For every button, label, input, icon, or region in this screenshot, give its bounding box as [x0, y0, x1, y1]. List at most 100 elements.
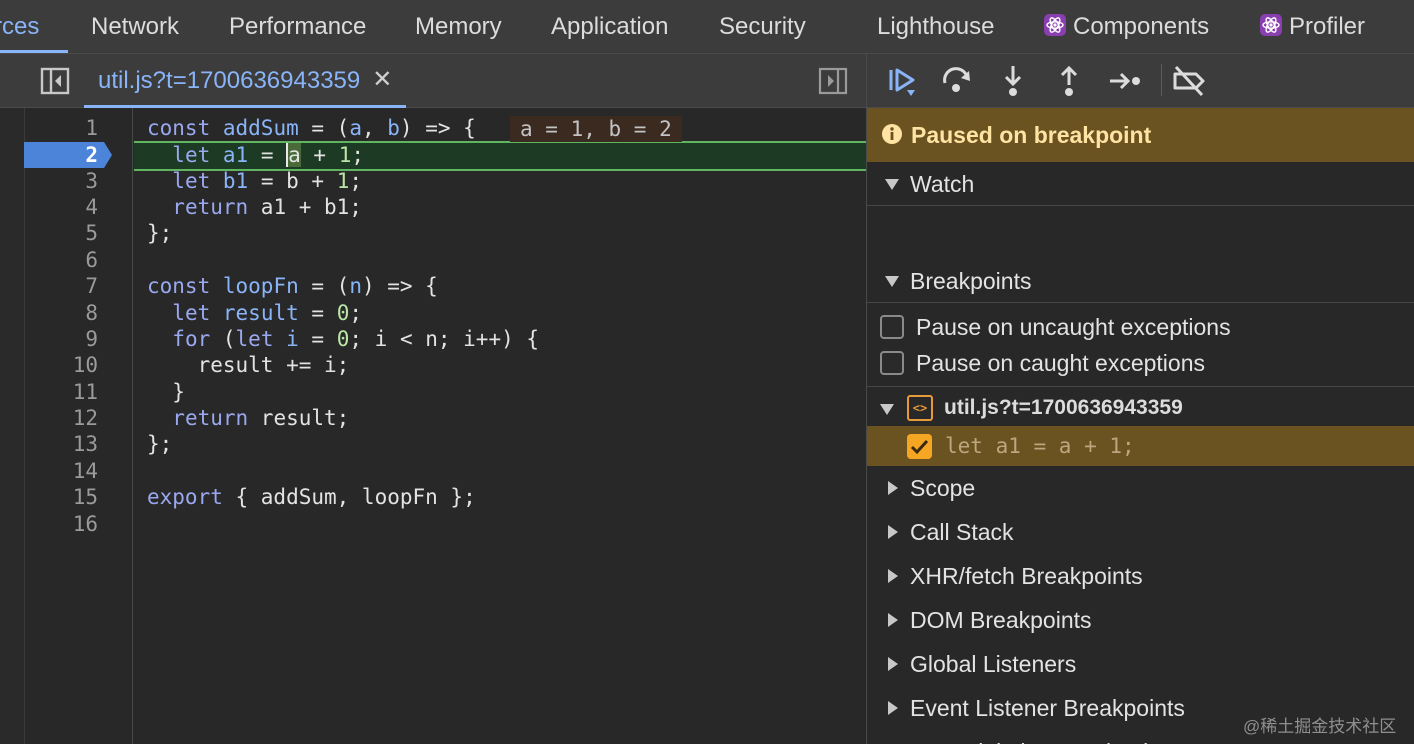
- step-icon[interactable]: [1107, 63, 1143, 99]
- line-number[interactable]: 5: [24, 220, 98, 246]
- pause-uncaught-checkbox[interactable]: [880, 315, 904, 339]
- call-stack-title: Call Stack: [910, 519, 1014, 545]
- tab-performance[interactable]: Performance: [229, 0, 366, 53]
- line-number[interactable]: 8: [24, 300, 98, 326]
- pause-caught-checkbox[interactable]: [880, 351, 904, 375]
- toolbar-separator: [1161, 64, 1162, 96]
- editor-left-strip: [0, 108, 24, 744]
- code-line[interactable]: };: [147, 220, 172, 246]
- tab-profiler[interactable]: Profiler: [1259, 0, 1365, 53]
- debugger-toolbar: [867, 54, 1414, 108]
- paused-message: Paused on breakpoint: [911, 122, 1152, 148]
- line-number[interactable]: 4: [24, 194, 98, 220]
- triangle-right-icon: [888, 701, 898, 715]
- react-icon: [1044, 14, 1066, 36]
- watch-section-header[interactable]: Watch: [867, 162, 1414, 206]
- dom-breakpoints-title: DOM Breakpoints: [910, 607, 1092, 633]
- tab-profiler-label: Profiler: [1289, 13, 1366, 40]
- line-number[interactable]: 6: [24, 247, 98, 273]
- breakpoint-code: let a1 = a + 1;: [945, 434, 1135, 458]
- step-into-icon[interactable]: [995, 63, 1031, 99]
- tab-security-label: Security: [719, 13, 806, 40]
- tab-sources[interactable]: rces: [0, 0, 68, 53]
- tab-memory[interactable]: Memory: [415, 0, 502, 53]
- line-number[interactable]: 10: [24, 352, 98, 378]
- line-number[interactable]: 11: [24, 379, 98, 405]
- code-line-current[interactable]: let a1 = a + 1;: [147, 142, 364, 168]
- breakpoint-file-name: util.js?t=1700636943359: [944, 396, 1183, 419]
- global-listeners-section-header[interactable]: Global Listeners: [867, 642, 1414, 686]
- code-line[interactable]: for (let i = 0; i < n; i++) {: [147, 326, 539, 352]
- tab-memory-label: Memory: [415, 13, 502, 40]
- tab-network[interactable]: Network: [91, 0, 179, 53]
- triangle-right-icon: [888, 481, 898, 495]
- line-number[interactable]: 14: [24, 458, 98, 484]
- line-number[interactable]: 15: [24, 484, 98, 510]
- code-line[interactable]: return a1 + b1;: [147, 194, 362, 220]
- navigator-toggle-icon[interactable]: [40, 66, 70, 96]
- breakpoint-checkbox-checked[interactable]: [907, 434, 932, 459]
- code-line[interactable]: result += i;: [147, 352, 350, 378]
- react-icon: [1260, 14, 1282, 36]
- file-tab-util-js[interactable]: util.js?t=1700636943359 ✕: [84, 54, 407, 108]
- triangle-down-icon: [880, 404, 894, 415]
- dom-breakpoints-section-header[interactable]: DOM Breakpoints: [867, 598, 1414, 642]
- paused-banner: Paused on breakpoint: [867, 108, 1414, 162]
- line-number[interactable]: 7: [24, 273, 98, 299]
- xhr-breakpoints-section-header[interactable]: XHR/fetch Breakpoints: [867, 554, 1414, 598]
- line-number[interactable]: 9: [24, 326, 98, 352]
- call-stack-section-header[interactable]: Call Stack: [867, 510, 1414, 554]
- tab-components[interactable]: Components: [1043, 0, 1209, 53]
- triangle-down-icon: [885, 179, 899, 190]
- watch-title: Watch: [910, 171, 975, 197]
- close-icon[interactable]: ✕: [372, 54, 392, 106]
- line-number[interactable]: 13: [24, 431, 98, 457]
- code-line[interactable]: const loopFn = (n) => {: [147, 273, 438, 299]
- watch-body: [867, 206, 1414, 260]
- breakpoint-options: Pause on uncaught exceptions Pause on ca…: [867, 303, 1414, 387]
- line-number[interactable]: 16: [24, 511, 98, 537]
- tab-performance-label: Performance: [229, 13, 367, 40]
- triangle-right-icon: [888, 657, 898, 671]
- global-listeners-title: Global Listeners: [910, 651, 1077, 677]
- code-line[interactable]: let result = 0;: [147, 300, 362, 326]
- tab-security[interactable]: Security: [719, 0, 806, 53]
- file-script-icon: <>: [907, 395, 933, 421]
- breakpoint-line-number[interactable]: 2: [24, 142, 98, 168]
- pause-caught-label: Pause on caught exceptions: [916, 350, 1205, 376]
- scope-section-header[interactable]: Scope: [867, 466, 1414, 510]
- pause-uncaught-label: Pause on uncaught exceptions: [916, 314, 1231, 340]
- tab-lighthouse[interactable]: Lighthouse: [877, 0, 994, 53]
- code-line[interactable]: export { addSum, loopFn };: [147, 484, 476, 510]
- tab-sources-label: rces: [0, 13, 40, 40]
- triangle-right-icon: [888, 569, 898, 583]
- deactivate-breakpoints-icon[interactable]: [1171, 63, 1207, 99]
- line-number[interactable]: 1: [24, 115, 98, 141]
- inline-variable-values: a = 1, b = 2: [510, 116, 682, 142]
- tab-components-label: Components: [1073, 13, 1210, 40]
- xhr-breakpoints-title: XHR/fetch Breakpoints: [910, 563, 1143, 589]
- code-line[interactable]: return result;: [147, 405, 349, 431]
- debugger-toggle-icon[interactable]: [818, 66, 848, 96]
- resume-icon[interactable]: [883, 63, 919, 99]
- code-line[interactable]: const addSum = (a, b) => {: [147, 115, 476, 141]
- tab-application-label: Application: [551, 13, 669, 40]
- info-icon: [882, 124, 902, 144]
- debugger-sidebar: Paused on breakpoint Watch Breakpoints P…: [866, 54, 1414, 744]
- pause-uncaught-row[interactable]: Pause on uncaught exceptions: [867, 309, 1414, 345]
- breakpoint-file-group[interactable]: <> util.js?t=1700636943359: [867, 389, 1414, 427]
- breakpoint-item[interactable]: let a1 = a + 1;: [867, 426, 1414, 466]
- code-line[interactable]: let b1 = b + 1;: [147, 168, 362, 194]
- code-line[interactable]: }: [147, 379, 185, 405]
- line-number[interactable]: 12: [24, 405, 98, 431]
- tab-lighthouse-label: Lighthouse: [877, 13, 995, 40]
- tab-network-label: Network: [91, 13, 180, 40]
- step-over-icon[interactable]: [939, 63, 975, 99]
- tab-application[interactable]: Application: [551, 0, 668, 53]
- breakpoints-section-header[interactable]: Breakpoints: [867, 259, 1414, 303]
- triangle-down-icon: [885, 276, 899, 287]
- step-out-icon[interactable]: [1051, 63, 1087, 99]
- pause-caught-row[interactable]: Pause on caught exceptions: [867, 345, 1414, 381]
- line-number[interactable]: 3: [24, 168, 98, 194]
- code-line[interactable]: };: [147, 431, 172, 457]
